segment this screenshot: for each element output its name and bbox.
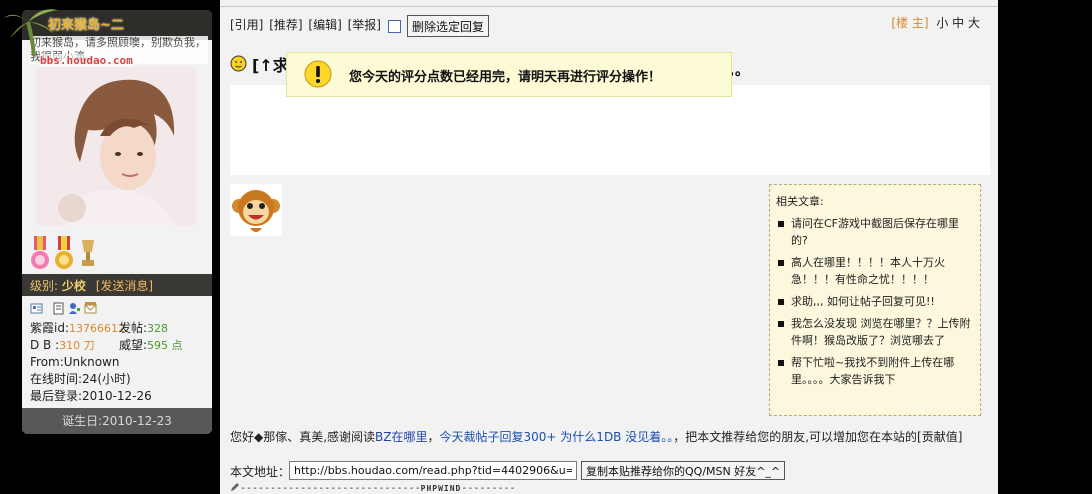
ziwei-label: 紫霞id: (30, 321, 69, 335)
profile-card-icon[interactable] (30, 302, 43, 315)
signature-divider: ------------------------------PHPWIND---… (230, 482, 516, 494)
quote-link[interactable]: [引用] (230, 18, 263, 32)
prestige-label: 威望: (119, 338, 148, 352)
post-main: [引用] [推荐] [编辑] [举报] 删除选定回复 [楼 主] 小 中 大 [… (220, 0, 998, 494)
edit-link[interactable]: [编辑] (308, 18, 341, 32)
select-reply-checkbox[interactable] (388, 20, 401, 33)
posts-label: 发帖: (119, 321, 148, 335)
medal-gold-icon[interactable] (54, 236, 74, 272)
user-stats: 紫霞id:13766612 发帖:328 D B :310 刀 威望:595 点… (30, 320, 210, 405)
related-title: 相关文章: (776, 195, 824, 208)
exclamation-icon (304, 60, 332, 88)
ziwei-value: 13766612 (69, 322, 125, 335)
related-item[interactable]: 高人在哪里！！！！本人十万火急！！！有性命之忧！！！！ (776, 254, 974, 288)
username[interactable]: 初来猴岛~二 (48, 14, 124, 33)
user-from: From:Unknown (30, 355, 120, 369)
user-level-bar: 级别: 少校 [发送消息] (22, 274, 212, 296)
posts-value: 328 (147, 322, 169, 335)
monkey-icon (232, 190, 280, 232)
rating-alert-text: 您今天的评分点数已经用完，请明天再进行评分操作！ (349, 70, 662, 85)
phpwind-brand: PHPWIND (420, 484, 462, 493)
prestige-value: 595 点 (147, 339, 183, 352)
user-online-time: 在线时间:24(小时) (30, 372, 131, 386)
add-friend-icon[interactable] (68, 302, 81, 315)
article-url-input[interactable] (289, 461, 577, 480)
db-label: D B : (30, 338, 60, 352)
level-label: 级别: (30, 279, 59, 293)
floor-label[interactable]: [楼 主] (891, 16, 928, 30)
db-value: 310 刀 (59, 339, 95, 352)
related-item[interactable]: 我怎么没发现 浏览在哪里？？上传附件啊！猴岛改版了？浏览哪去了 (776, 315, 974, 349)
floor-info: [楼 主] 小 中 大 (891, 14, 980, 31)
pencil-icon (231, 483, 239, 491)
user-birthday: 诞生日:2010-12-23 (22, 408, 212, 434)
related-item[interactable]: 求助,,, 如何让帖子回复可见!! (776, 293, 974, 310)
user-last-login: 最后登录:2010-12-26 (30, 389, 152, 403)
delete-selected-button[interactable]: 删除选定回复 (407, 15, 490, 37)
top-divider (220, 6, 998, 7)
recommend-text: 您好◆那傢、真美,感谢阅读BZ在哪里，今天裁帖子回复300+ 为什么1DB 没见… (230, 430, 970, 445)
avatar[interactable] (36, 66, 196, 226)
send-message-link[interactable]: [发送消息] (96, 279, 153, 293)
post-content (230, 85, 990, 175)
related-item[interactable]: 请问在CF游戏中截图后保存在哪里的? (776, 215, 974, 249)
user-panel: 初来猴岛~二 初来猴岛，请多照顾噢，别欺负我，我很弱小滴。 级别: 少校 [发送… (22, 10, 212, 434)
font-size-switch[interactable]: 小 中 大 (936, 16, 980, 30)
monkey-emoticon (230, 184, 282, 236)
post-actions: [引用] [推荐] [编辑] [举报] (230, 16, 383, 33)
rating-alert: 您今天的评分点数已经用完，请明天再进行评分操作！ (286, 52, 732, 97)
divider-dashes: ------------------------------ (240, 483, 421, 494)
avatar-image (36, 66, 196, 226)
user-signature: 初来猴岛，请多照顾噢，别欺负我，我很弱小滴。 (30, 36, 208, 64)
keyword-link[interactable]: BZ在哪里 (375, 430, 427, 444)
document-icon[interactable] (52, 302, 65, 315)
thread-title-link[interactable]: 今天裁帖子回复300+ 为什么1DB 没见着。。 (440, 430, 674, 444)
post-title-text: [↑求 (252, 56, 289, 75)
level-name: 少校 (61, 279, 86, 293)
url-label: 本文地址： (230, 465, 291, 479)
recommend-link[interactable]: [推荐] (269, 18, 302, 32)
smiley-icon (230, 55, 247, 72)
medal-pink-icon[interactable] (30, 236, 50, 272)
related-articles: 相关文章: 请问在CF游戏中截图后保存在哪里的? 高人在哪里！！！！本人十万火急… (769, 184, 981, 416)
copy-recommend-button[interactable]: 复制本贴推荐给你的QQ/MSN 好友^_^ (581, 461, 786, 480)
medal-trophy-icon[interactable] (78, 236, 98, 272)
message-icon[interactable] (84, 302, 97, 315)
greeting-text: 您好◆那傢、真美,感谢阅读 (230, 430, 376, 444)
recommend-rest-text: ，把本文推荐给您的朋友,可以增加您在本站的[贡献值] (673, 430, 963, 444)
divider-dashes-end: --------- (461, 483, 516, 494)
comma-text: ， (427, 430, 440, 444)
related-item[interactable]: 帮下忙啦~我找不到附件上传在哪里。。。。大家告诉我下 (776, 354, 974, 388)
report-link[interactable]: [举报] (348, 18, 381, 32)
